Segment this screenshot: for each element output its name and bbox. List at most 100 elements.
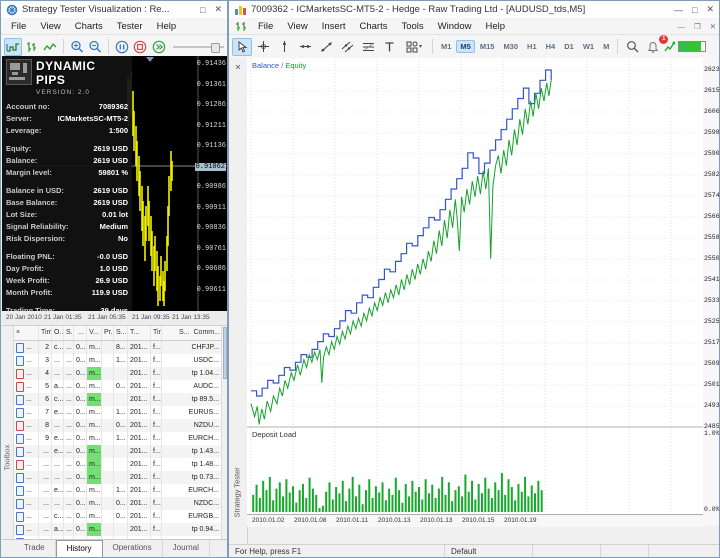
graph-date-label[interactable]: 2010.01.19 [504,517,537,524]
column-header[interactable]: S... [162,326,192,340]
table-row[interactable]: ...4......0...m...201...f...tp 1.04... [14,367,221,380]
table-row[interactable]: ............0...m...201...f...tp 1.48... [14,458,221,471]
fibonacci-tool-button[interactable] [358,38,378,56]
column-header[interactable]: S... [64,326,74,340]
menu-tester[interactable]: Tester [110,20,150,33]
table-cell: 2 [39,341,52,354]
chart-minimize-button[interactable]: — [677,22,685,31]
graph-date-label[interactable]: 2010.01.08 [294,517,327,524]
channel-tool-button[interactable] [337,38,357,56]
zoom-out-button[interactable] [87,38,105,56]
line-chart-button[interactable] [41,38,59,56]
right-close-button[interactable]: ✕ [706,4,714,15]
column-header[interactable]: Time [39,326,52,340]
table-scrollbar[interactable] [221,326,228,539]
timeframe-m[interactable]: M [599,40,613,53]
right-maximize-button[interactable]: □ [692,5,697,15]
status-profile[interactable]: Default [445,545,533,558]
column-header[interactable]: Comm... [192,326,222,340]
graph-date-label[interactable]: 2010.01.15 [462,517,495,524]
bars-chart-button[interactable] [23,38,41,56]
tab-history[interactable]: History [56,540,103,558]
left-maximize-button[interactable]: □ [200,5,205,15]
table-row[interactable]: ......c......0...m...0...201...f...EURGB… [14,510,221,523]
graph-date-label[interactable]: 2010.01.11 [336,517,368,524]
horizontal-line-tool-button[interactable] [295,38,315,56]
left-close-button[interactable]: ✕ [214,4,222,15]
column-header[interactable]: ... [74,326,87,340]
menu-help[interactable]: Help [150,20,184,33]
timeframe-w1[interactable]: W1 [579,40,598,53]
table-close-cell[interactable]: × [14,326,39,340]
table-row[interactable]: ...2c......0...m...8...201...f...CHFJP..… [14,341,221,354]
right-titlebar[interactable]: 7009362 - ICMarketsSC-MT5-2 - Hedge - Ra… [229,1,719,18]
menu-help[interactable]: Help [478,20,512,33]
table-cell: f... [151,523,162,536]
menu-view[interactable]: View [33,20,67,33]
tester-panel-close-icon[interactable]: × [232,61,244,73]
speed-slider-thumb[interactable] [211,43,220,53]
table-row[interactable]: ...6c......0...m...201...f...tp 89.5... [14,393,221,406]
chart-close-button[interactable]: ✕ [710,22,716,31]
cursor-tool-button[interactable] [232,38,252,56]
menu-view[interactable]: View [280,20,314,33]
chart-restore-button[interactable]: ❐ [694,22,701,31]
speed-slider[interactable] [173,40,224,54]
balance-equity-graph[interactable]: Balance / Equity Deposit Load [247,58,704,526]
visualization-chart[interactable]: 0.914360.913610.912860.912110.911360.910… [2,56,228,311]
menu-file[interactable]: File [4,20,33,33]
table-row[interactable]: ............0...m...0...201...f...NZDC..… [14,497,221,510]
graph-date-label[interactable]: 2010.01.02 [252,517,285,524]
right-minimize-button[interactable]: — [674,5,683,15]
zoom-in-button[interactable] [68,38,86,56]
column-header[interactable]: S... [114,326,128,340]
timeframe-m1[interactable]: M1 [437,40,455,53]
search-icon[interactable] [622,38,642,56]
table-scrollbar-thumb[interactable] [223,327,227,379]
column-header[interactable]: T... [128,326,151,340]
menu-file[interactable]: File [251,20,280,33]
notifications-bell-icon[interactable]: 1 [643,38,663,56]
stop-button[interactable] [132,38,150,56]
table-row[interactable]: ............0...m...201...f...tp 0.73... [14,471,221,484]
tab-operations[interactable]: Operations [103,540,163,558]
table-row[interactable]: ...7e......0...m...1...201...f...EURUS..… [14,406,221,419]
timeframe-m30[interactable]: M30 [499,40,522,53]
table-row[interactable]: ...5a......0...m...0...201...f...AUDC... [14,380,221,393]
menu-charts[interactable]: Charts [68,20,110,33]
text-tool-button[interactable] [379,38,399,56]
timeframe-d1[interactable]: D1 [560,40,578,53]
vertical-line-tool-button[interactable] [274,38,294,56]
history-table[interactable]: ×TimeO...S......V...Pr...S...T...TimeS..… [14,326,221,539]
column-header[interactable]: V... [87,326,102,340]
shapes-tool-button[interactable]: ▾ [400,38,428,56]
timeframe-m5[interactable]: M5 [456,40,474,53]
menu-charts[interactable]: Charts [353,20,395,33]
timeframe-m15[interactable]: M15 [476,40,499,53]
column-header[interactable]: O... [52,326,64,340]
column-header[interactable]: Time [151,326,162,340]
table-row[interactable]: ...9e......0...m...1...201...f...EURCH..… [14,432,221,445]
menu-window[interactable]: Window [431,20,479,33]
tick-chart-button[interactable] [4,38,22,56]
column-header[interactable]: Pr... [102,326,114,340]
table-row[interactable]: ...8......0...m...0...201...f...NZDU... [14,419,221,432]
timeframe-h1[interactable]: H1 [523,40,541,53]
menu-insert[interactable]: Insert [315,20,353,33]
graph-date-label[interactable]: 2010.01.13 [420,517,453,524]
timeframe-h4[interactable]: H4 [542,40,560,53]
pause-button[interactable] [113,38,131,56]
fast-forward-button[interactable] [150,38,168,56]
trendline-tool-button[interactable] [316,38,336,56]
table-row[interactable]: ......e......0...m...201...f...tp 1.43..… [14,445,221,458]
left-titlebar[interactable]: Strategy Tester Visualization : Re... □ … [1,1,227,18]
shapes-dropdown-caret[interactable]: ▾ [419,43,422,50]
table-row[interactable]: ...3......0...m...1...201...f...USDC... [14,354,221,367]
tab-trade[interactable]: Trade [14,540,56,558]
graph-date-label[interactable]: 2010.01.13 [378,517,411,524]
crosshair-tool-button[interactable] [253,38,273,56]
table-row[interactable]: ......e......0...m...1...201...f...EURCH… [14,484,221,497]
tab-journal[interactable]: Journal [163,540,210,558]
menu-tools[interactable]: Tools [394,20,430,33]
table-row[interactable]: ......a......0...m...201...f...tp 0.94..… [14,523,221,536]
